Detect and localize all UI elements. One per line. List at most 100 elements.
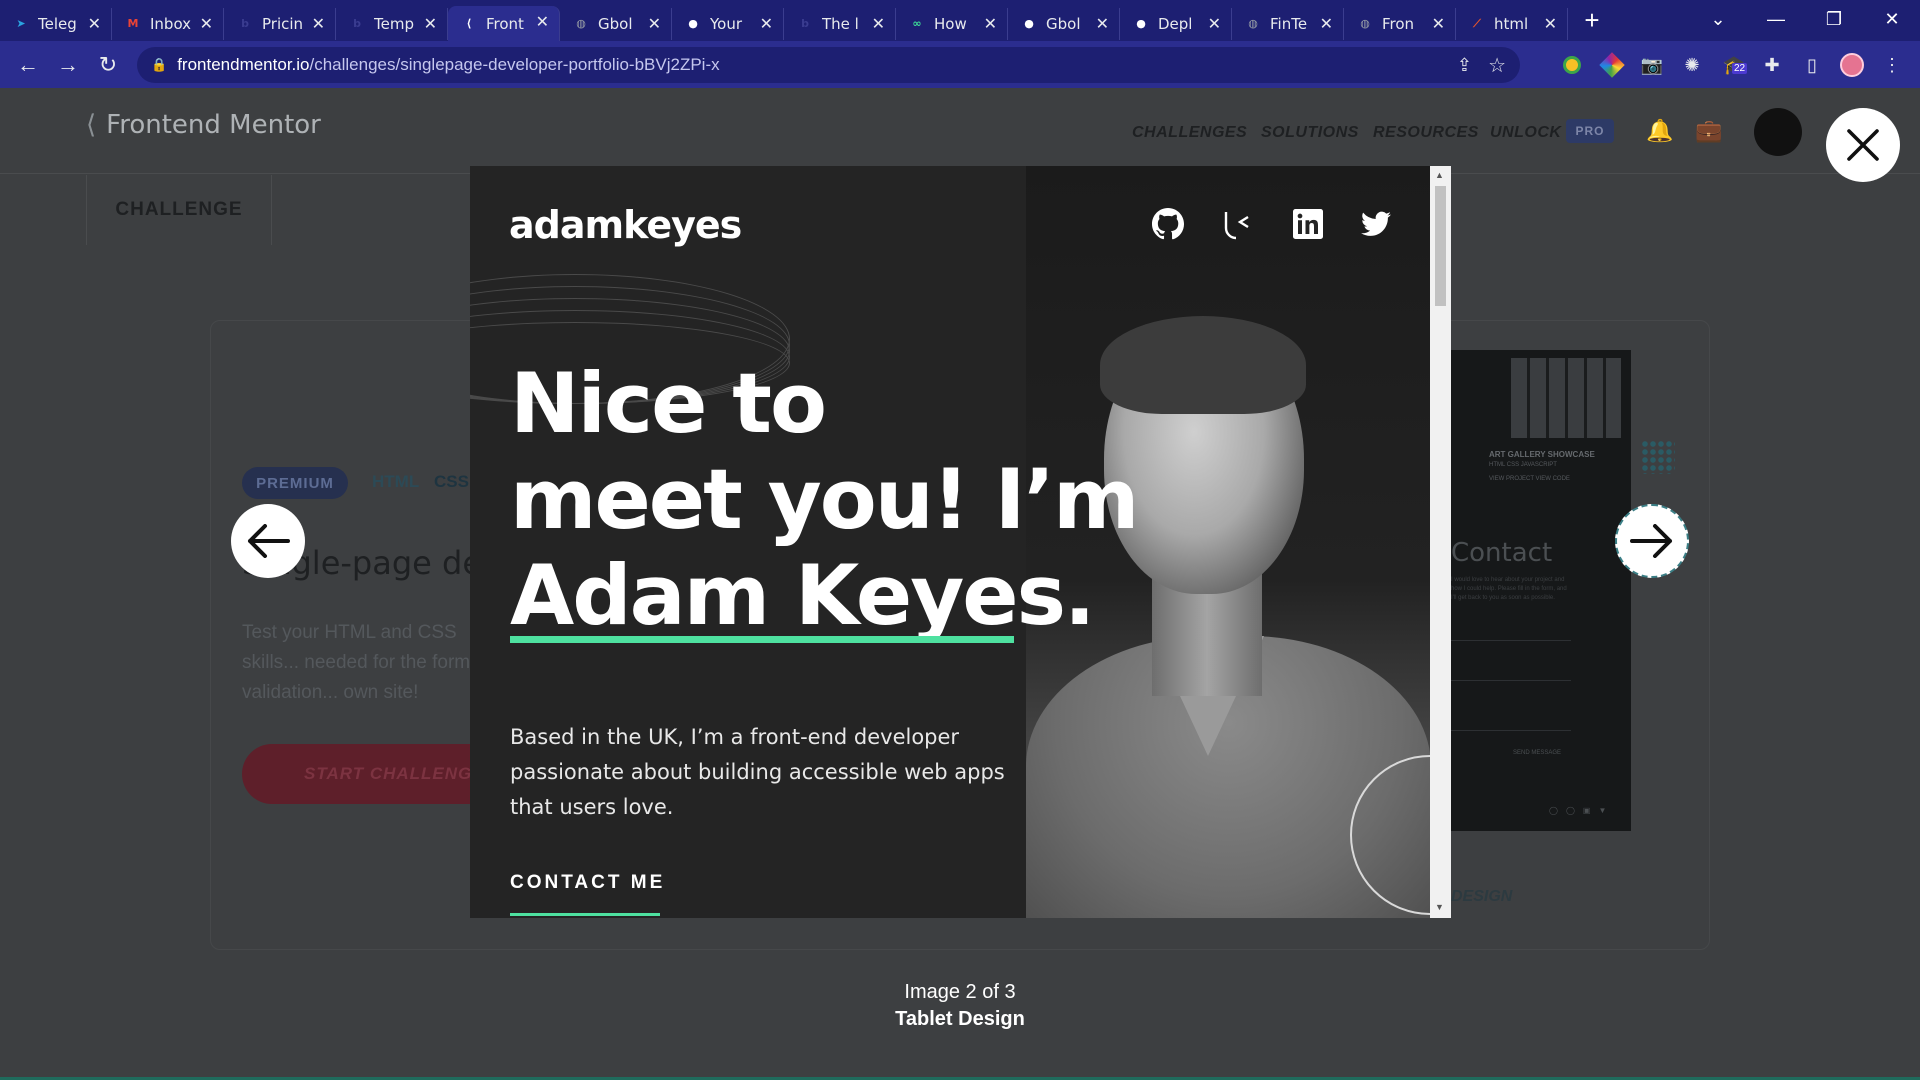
start-challenge-button[interactable]: START CHALLENGE <box>242 744 492 804</box>
lightbox-scrollbar[interactable]: ▲ ▼ <box>1430 166 1451 918</box>
profile-avatar[interactable] <box>1840 53 1864 77</box>
extension-lighthouse-icon[interactable] <box>1560 53 1584 77</box>
browser-tab-5[interactable]: ◍ Gbol ✕ <box>560 7 672 40</box>
close-tab-icon[interactable]: ✕ <box>1096 14 1109 33</box>
close-tab-icon[interactable]: ✕ <box>312 14 325 33</box>
preview-field-line <box>1451 730 1571 731</box>
extension-badge: 22 <box>1732 63 1748 74</box>
browser-tab-2[interactable]: b Pricin ✕ <box>224 7 336 40</box>
tag-css: CSS <box>434 472 469 491</box>
bookmark-star-icon[interactable]: ☆ <box>1488 53 1506 78</box>
browser-tab-9[interactable]: ● Gbol ✕ <box>1008 7 1120 40</box>
close-window-icon[interactable]: ✕ <box>1864 0 1920 38</box>
browser-tab-11[interactable]: ◍ FinTe ✕ <box>1232 7 1344 40</box>
browser-tab-0[interactable]: ➤ Teleg ✕ <box>0 7 112 40</box>
challenge-description: Test your HTML and CSS skills... needed … <box>242 622 471 703</box>
previous-image-button[interactable] <box>231 504 305 578</box>
preview-project-title: ART GALLERY SHOWCASE <box>1489 450 1595 459</box>
gallery-image <box>1511 358 1621 438</box>
gmail-icon: M <box>127 17 139 30</box>
preview-project-tags: HTML CSS JAVASCRIPT <box>1489 462 1557 468</box>
browser-tab-3[interactable]: b Temp ✕ <box>336 7 448 40</box>
twitter-icon <box>1358 206 1394 242</box>
next-image-button[interactable] <box>1615 504 1689 578</box>
tab-title: Pricin <box>262 14 304 33</box>
close-tab-icon[interactable]: ✕ <box>200 14 213 33</box>
extension-cap-icon[interactable]: 🎓22 <box>1722 53 1748 77</box>
close-tab-icon[interactable]: ✕ <box>88 14 101 33</box>
tab-title: Depl <box>1158 14 1193 33</box>
portfolio-logo: adamkeyes <box>509 203 742 247</box>
b-icon: b <box>353 17 361 30</box>
close-tab-icon[interactable]: ✕ <box>760 14 773 33</box>
browser-tab-12[interactable]: ◍ Fron ✕ <box>1344 7 1456 40</box>
globe-icon: ◍ <box>576 17 586 30</box>
close-tab-icon[interactable]: ✕ <box>648 14 661 33</box>
maximize-icon[interactable]: ❐ <box>1806 0 1862 38</box>
tab-challenge[interactable]: CHALLENGE <box>86 175 272 245</box>
browser-tab-4[interactable]: ⟨ Front ✕ <box>448 6 560 41</box>
nav-resources[interactable]: RESOURCES <box>1373 124 1479 142</box>
minimize-icon[interactable]: — <box>1748 0 1804 38</box>
close-tab-icon[interactable]: ✕ <box>872 14 885 33</box>
image-counter: Image 2 of 3 <box>904 981 1016 1003</box>
side-panel-icon[interactable]: ▯ <box>1800 53 1824 77</box>
user-avatar[interactable] <box>1754 108 1802 156</box>
browser-tab-1[interactable]: M Inbox ✕ <box>112 7 224 40</box>
close-tab-icon[interactable]: ✕ <box>1544 14 1557 33</box>
github-icon: ● <box>1024 17 1034 30</box>
extensions-puzzle-icon[interactable]: ✚ <box>1760 53 1784 77</box>
pro-badge[interactable]: PRO <box>1566 119 1614 143</box>
tab-title: Teleg <box>38 14 77 33</box>
linkedin-icon <box>1290 206 1326 242</box>
extension-spark-icon[interactable]: ✺ <box>1680 53 1704 77</box>
github-icon: ● <box>688 17 698 30</box>
reload-icon[interactable]: ↻ <box>88 45 128 85</box>
extension-camera-icon[interactable]: 📷 <box>1640 53 1664 77</box>
close-lightbox-button[interactable] <box>1826 108 1900 182</box>
preview-contact-text: I would love to hear about your project … <box>1451 577 1567 601</box>
lightbox-image: adamkeyes Nice to meet you! I’m Adam Key… <box>470 166 1451 918</box>
bio-line-1: Based in the UK, I’m a front-end develop… <box>510 725 960 749</box>
nav-solutions[interactable]: SOLUTIONS <box>1261 124 1359 142</box>
github-icon <box>1150 206 1186 242</box>
browser-tab-13[interactable]: ⟋ html ✕ <box>1456 7 1568 40</box>
tab-title: Your <box>710 14 743 33</box>
tab-search-icon[interactable]: ⌄ <box>1690 0 1746 38</box>
site-logo[interactable]: ⟨ Frontend Mentor <box>86 110 321 140</box>
name-underline <box>510 636 1014 643</box>
browser-menu-icon[interactable]: ⋮ <box>1880 53 1904 77</box>
close-tab-icon[interactable]: ✕ <box>424 14 437 33</box>
arrow-right-icon <box>1630 524 1672 558</box>
b-icon: b <box>241 17 249 30</box>
close-tab-icon[interactable]: ✕ <box>1208 14 1221 33</box>
nav-challenges[interactable]: CHALLENGES <box>1132 124 1247 142</box>
browser-tab-10[interactable]: ● Depl ✕ <box>1120 7 1232 40</box>
notification-bell-icon[interactable]: 🔔 <box>1646 118 1673 144</box>
browser-tab-6[interactable]: ● Your ✕ <box>672 7 784 40</box>
address-bar[interactable]: 🔒 frontendmentor.io/challenges/singlepag… <box>137 47 1520 83</box>
html-icon: ⟋ <box>1473 16 1481 30</box>
contact-me-link: CONTACT ME <box>510 872 666 893</box>
scroll-up-arrow-icon[interactable]: ▲ <box>1435 170 1444 180</box>
browser-tab-7[interactable]: b The l ✕ <box>784 7 896 40</box>
extension-colorpicker-icon[interactable] <box>1599 52 1625 78</box>
browser-tab-8[interactable]: ∞ How ✕ <box>896 7 1008 40</box>
url-text[interactable]: frontendmentor.io/challenges/singlepage-… <box>177 55 719 75</box>
back-icon[interactable]: ← <box>8 45 48 85</box>
close-tab-icon[interactable]: ✕ <box>1432 14 1445 33</box>
new-tab-button[interactable]: + <box>1574 5 1610 36</box>
briefcase-icon[interactable]: 💼 <box>1695 118 1722 144</box>
share-icon[interactable]: ⇪ <box>1457 55 1472 76</box>
forward-icon[interactable]: → <box>48 45 88 85</box>
scroll-down-arrow-icon[interactable]: ▼ <box>1435 902 1444 912</box>
globe-icon: ◍ <box>1360 17 1370 30</box>
close-tab-icon[interactable]: ✕ <box>984 14 997 33</box>
contact-underline <box>510 913 660 916</box>
frontendmentor-logo-icon: ⟨ <box>86 110 97 140</box>
github-icon: ● <box>1136 17 1146 30</box>
close-tab-icon[interactable]: ✕ <box>1320 14 1333 33</box>
close-tab-icon[interactable]: ✕ <box>536 12 549 31</box>
scrollbar-thumb[interactable] <box>1435 186 1446 306</box>
nav-unlock[interactable]: UNLOCK <box>1490 124 1561 142</box>
